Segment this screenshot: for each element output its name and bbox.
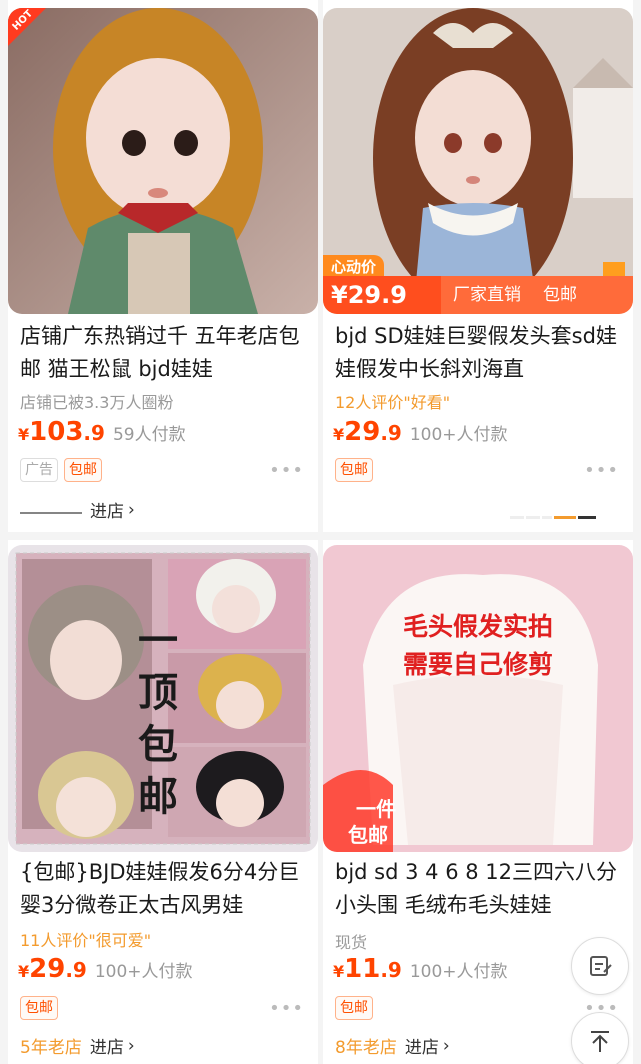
price-decimal: .9 bbox=[65, 958, 87, 982]
tag-list: 包邮 bbox=[335, 458, 373, 482]
shop-age-label: 8年老店 bbox=[335, 1038, 397, 1058]
edit-note-icon bbox=[590, 956, 612, 976]
price: ¥29.9 100+人付款 bbox=[18, 954, 193, 984]
review-summary: 11人评价"很可爱" bbox=[20, 931, 152, 950]
product-image-3[interactable]: 一顶包邮 bbox=[8, 545, 318, 852]
free-shipping-badge-line1: 一件 bbox=[356, 797, 396, 821]
more-options-icon[interactable]: ••• bbox=[584, 460, 619, 481]
tag-list: 包邮 bbox=[20, 996, 58, 1020]
product-image-2[interactable]: 心动价 ¥29.9 厂家直销 包邮 bbox=[323, 8, 633, 314]
promo-banner: 心动价 ¥29.9 厂家直销 包邮 bbox=[323, 255, 633, 314]
free-shipping-badge-line2: 包邮 bbox=[348, 823, 388, 847]
promo-price: ¥29.9 bbox=[323, 276, 441, 314]
product-card-3[interactable]: 一顶包邮 {包邮}BJD娃娃假发6分4分巨婴3分微卷正太古风男娃 11人评价"很… bbox=[8, 540, 318, 1064]
paid-count: 100+人付款 bbox=[94, 962, 193, 982]
image-overlay-text-1: 毛头假发实拍 bbox=[402, 612, 553, 641]
price-currency: ¥ bbox=[18, 962, 30, 981]
price-decimal: .9 bbox=[380, 421, 402, 445]
chevron-right-icon: › bbox=[128, 499, 135, 520]
price-integer: 29 bbox=[344, 417, 381, 447]
paid-count: 59人付款 bbox=[112, 425, 186, 445]
price-currency: ¥ bbox=[18, 425, 30, 444]
enter-shop-link[interactable]: 进店 › bbox=[20, 497, 135, 522]
paid-count: 100+人付款 bbox=[409, 962, 508, 982]
product-title[interactable]: bjd SD娃娃巨婴假发头套sd娃娃假发中长斜刘海直 bbox=[335, 320, 627, 386]
product-card-1[interactable]: HOT 店铺广东热销过千 五年老店包邮 猫王松鼠 bjd娃娃 店铺已被3.3万人… bbox=[8, 0, 318, 532]
back-to-top-button[interactable] bbox=[571, 1012, 629, 1064]
price-currency: ¥ bbox=[333, 425, 345, 444]
review-summary: 12人评价"好看" bbox=[335, 393, 451, 412]
enter-shop-link[interactable]: 5年老店 进店 › bbox=[20, 1033, 135, 1059]
tag-list: 包邮 bbox=[335, 996, 373, 1020]
price-currency: ¥ bbox=[333, 962, 345, 981]
free-shipping-tag: 包邮 bbox=[335, 996, 373, 1020]
product-image-4[interactable]: 毛头假发实拍 需要自己修剪 一件 包邮 bbox=[323, 545, 633, 852]
image-overlay-text-2: 需要自己修剪 bbox=[402, 650, 553, 679]
free-shipping-tag: 包邮 bbox=[64, 458, 102, 482]
enter-shop-label: 进店 bbox=[404, 1038, 439, 1058]
enter-shop-link[interactable]: 8年老店 进店 › bbox=[335, 1033, 450, 1059]
edit-note-button[interactable] bbox=[571, 937, 629, 995]
more-options-icon[interactable]: ••• bbox=[269, 460, 304, 481]
product-title[interactable]: 店铺广东热销过千 五年老店包邮 猫王松鼠 bjd娃娃 bbox=[20, 320, 312, 386]
price: ¥103.9 59人付款 bbox=[18, 417, 186, 447]
price-decimal: .9 bbox=[380, 958, 402, 982]
free-shipping-tag: 包邮 bbox=[20, 996, 58, 1020]
price: ¥29.9 100+人付款 bbox=[333, 417, 508, 447]
product-title[interactable]: bjd sd 3 4 6 8 12三四六八分小头围 毛绒布毛头娃娃 bbox=[335, 856, 627, 922]
price-integer: 103 bbox=[29, 417, 84, 447]
ad-tag: 广告 bbox=[20, 458, 58, 482]
chevron-right-icon: › bbox=[442, 1035, 450, 1056]
shop-age-label: 5年老店 bbox=[20, 1038, 82, 1058]
stock-status: 现货 bbox=[335, 933, 368, 952]
tag-list: 广告 包邮 bbox=[20, 458, 102, 482]
more-options-icon[interactable]: ••• bbox=[269, 998, 304, 1019]
promo-flag: 心动价 bbox=[323, 255, 385, 278]
promo-label-shipping: 包邮 bbox=[543, 285, 577, 305]
product-card-2[interactable]: 心动价 ¥29.9 厂家直销 包邮 bjd SD娃娃巨婴假发头套sd娃娃假发中长… bbox=[323, 0, 633, 532]
price-integer: 29 bbox=[29, 954, 66, 984]
promo-corner-badge bbox=[603, 262, 625, 276]
chevron-right-icon: › bbox=[127, 1035, 135, 1056]
back-to-top-icon bbox=[591, 1031, 609, 1052]
promo-label-factory: 厂家直销 bbox=[453, 285, 521, 305]
image-overlay-text: 一顶包邮 bbox=[138, 617, 178, 820]
enter-shop-label: 进店 bbox=[89, 1038, 124, 1058]
shop-name-placeholder bbox=[20, 506, 82, 514]
product-image-1[interactable]: HOT bbox=[8, 8, 318, 314]
shop-followers: 店铺已被3.3万人圈粉 bbox=[20, 393, 174, 412]
paid-count: 100+人付款 bbox=[409, 425, 508, 445]
price-decimal: .9 bbox=[83, 421, 105, 445]
price-integer: 11 bbox=[344, 954, 381, 984]
product-title[interactable]: {包邮}BJD娃娃假发6分4分巨婴3分微卷正太古风男娃 bbox=[20, 856, 312, 922]
enter-shop-label: 进店 bbox=[90, 502, 124, 522]
price: ¥11.9 100+人付款 bbox=[333, 954, 508, 984]
scroll-indicator bbox=[510, 516, 596, 519]
free-shipping-tag: 包邮 bbox=[335, 458, 373, 482]
doll-photo-orange-hair bbox=[8, 8, 318, 314]
promo-labels: 厂家直销 包邮 bbox=[441, 276, 633, 314]
